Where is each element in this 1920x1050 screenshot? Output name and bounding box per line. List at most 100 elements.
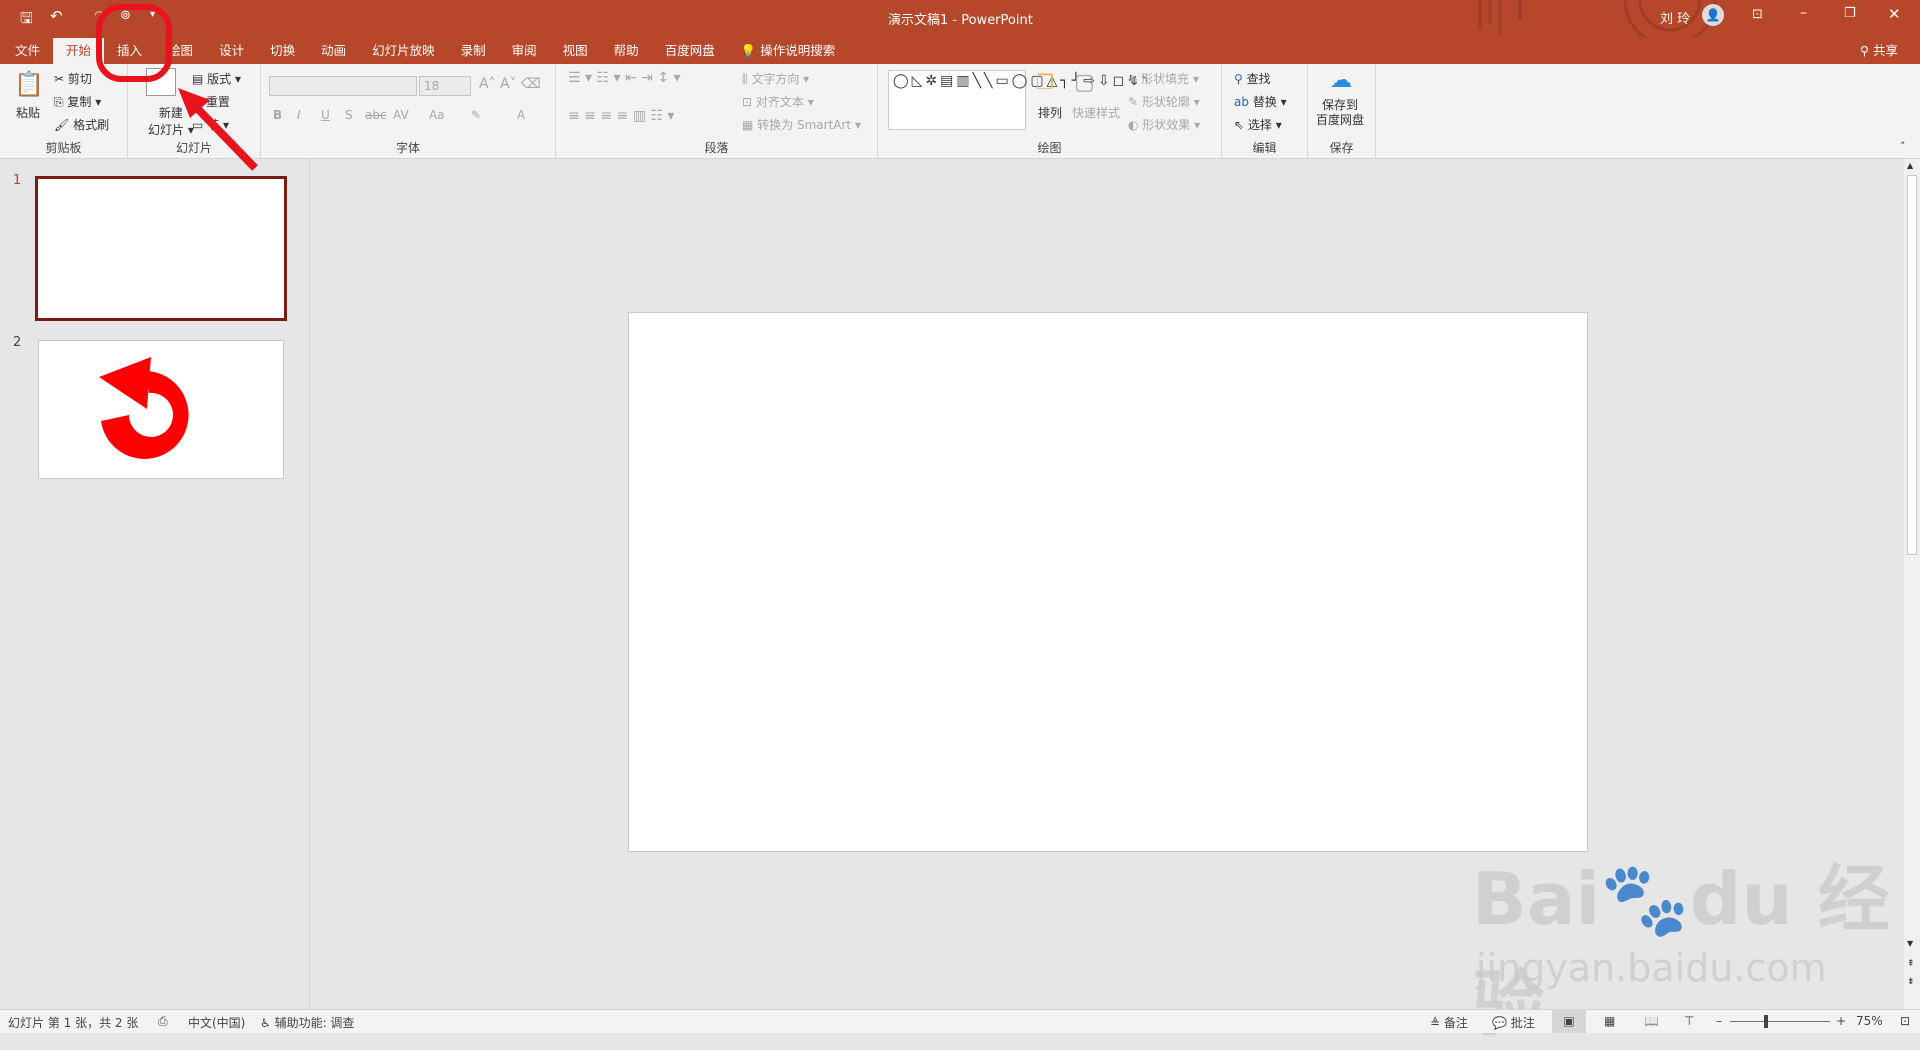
copy-button[interactable]: ⎘ 复制 ▾: [54, 93, 101, 110]
ribbon-tabs: 文件 开始 插入 绘图 设计 切换 动画 幻灯片放映 录制 审阅 视图 帮助 百…: [0, 38, 1920, 64]
language-indicator[interactable]: 中文(中国): [188, 1014, 245, 1031]
bold-button[interactable]: B: [273, 108, 282, 122]
save-to-netdisk-button[interactable]: 保存到 百度网盘: [1316, 98, 1364, 128]
tab-draw[interactable]: 绘图: [155, 38, 206, 64]
zoom-out-button[interactable]: –: [1716, 1014, 1722, 1028]
fit-to-window-button[interactable]: ⊡: [1900, 1014, 1910, 1028]
tab-slideshow[interactable]: 幻灯片放映: [359, 38, 448, 64]
close-button[interactable]: ✕: [1888, 5, 1901, 23]
save-group: ☁ 保存到 百度网盘 保存: [1308, 64, 1376, 159]
search-icon: ⚲: [1234, 72, 1243, 86]
find-button[interactable]: ⚲ 查找: [1234, 70, 1271, 87]
paragraph-group: ☰ ▾ ☷ ▾ ⇤ ⇥ ↕ ▾ ≡ ≡ ≡ ≡ ▥ ☷ ▾ ⫼ 文字方向 ▾ ⊡…: [556, 64, 878, 159]
underline-button[interactable]: U: [321, 108, 330, 122]
slide-thumbnail-2[interactable]: [38, 340, 284, 479]
change-case-button[interactable]: Aa: [429, 108, 445, 122]
strikethrough-button[interactable]: abc: [365, 108, 387, 122]
customize-toolbar-icon[interactable]: ▾: [150, 9, 155, 20]
slide-number: 1: [13, 173, 22, 188]
normal-view-button[interactable]: ▣: [1552, 1010, 1586, 1033]
editing-group: ⚲ 查找 ab 替换 ▾ ⇖ 选择 ▾ 编辑: [1222, 64, 1308, 159]
shape-effects-button[interactable]: ◐ 形状效果 ▾: [1128, 116, 1200, 133]
status-bar: 幻灯片 第 1 张，共 2 张 ⎙ 中文(中国) ♿ 辅助功能: 调查 ≜ 备注…: [0, 1009, 1920, 1033]
highlight-icon[interactable]: ✎: [471, 108, 481, 122]
replace-button[interactable]: ab 替换 ▾: [1234, 93, 1287, 110]
slide-number: 2: [13, 335, 22, 350]
slide-canvas[interactable]: [628, 312, 1588, 852]
italic-button[interactable]: I: [297, 108, 301, 122]
tab-design[interactable]: 设计: [206, 38, 257, 64]
scroll-up-icon[interactable]: ▲: [1907, 161, 1913, 170]
layout-button[interactable]: ▤ 版式 ▾: [192, 70, 241, 87]
paste-icon: 📋: [14, 70, 44, 98]
char-spacing-button[interactable]: AV: [393, 108, 409, 122]
new-slide-button[interactable]: 新建 幻灯片 ▾: [148, 104, 194, 138]
save-icon[interactable]: 🖫: [20, 8, 33, 33]
slide-thumbnail-1[interactable]: [35, 176, 287, 321]
reading-view-button[interactable]: 📖: [1644, 1014, 1659, 1028]
zoom-level[interactable]: 75%: [1856, 1014, 1883, 1028]
tab-baidu-netdisk[interactable]: 百度网盘: [652, 38, 728, 64]
redo-icon[interactable]: ↷: [94, 7, 107, 25]
select-button[interactable]: ⇖ 选择 ▾: [1234, 116, 1282, 133]
tab-insert[interactable]: 插入: [104, 38, 155, 64]
tab-animations[interactable]: 动画: [308, 38, 359, 64]
shape-outline-button[interactable]: ✎ 形状轮廓 ▾: [1128, 93, 1200, 110]
tab-transitions[interactable]: 切换: [257, 38, 308, 64]
tab-view[interactable]: 视图: [550, 38, 601, 64]
tab-file[interactable]: 文件: [2, 38, 53, 64]
smartart-button[interactable]: ▦ 转换为 SmartArt ▾: [742, 116, 861, 133]
shapes-gallery[interactable]: ◯◺✲▤▥╲╲▭◯▢△┐┘⇨⇩◻↯◝: [888, 70, 1147, 130]
slide-sorter-button[interactable]: ▦: [1604, 1014, 1615, 1028]
restore-button[interactable]: ❐: [1844, 6, 1856, 21]
slides-group: 新建 幻灯片 ▾ ▤ 版式 ▾ ⟲ 重置 ▭ 节 ▾ 幻灯片: [128, 64, 261, 159]
font-name-select[interactable]: [269, 76, 417, 96]
arrange-button[interactable]: 排列: [1038, 104, 1062, 121]
scrollbar-thumb[interactable]: [1907, 175, 1917, 555]
ribbon: 📋 粘贴 ✂ 剪切 ⎘ 复制 ▾ 🖌 格式刷 剪贴板 新建 幻灯片 ▾ ▤ 版式 …: [0, 64, 1920, 159]
undo-icon[interactable]: ↶: [50, 7, 63, 25]
reset-button[interactable]: ⟲ 重置: [192, 93, 230, 110]
increase-font-icon[interactable]: A˄ A˅ ⌫: [479, 76, 541, 92]
quick-styles-button[interactable]: 快速样式: [1072, 104, 1120, 121]
start-slideshow-icon[interactable]: ⊚: [120, 8, 131, 23]
accessibility-button[interactable]: ♿ 辅助功能: 调查: [260, 1014, 354, 1031]
zoom-slider-thumb[interactable]: [1764, 1015, 1769, 1028]
clipboard-label: 剪贴板: [45, 141, 82, 155]
section-button[interactable]: ▭ 节 ▾: [192, 116, 229, 133]
user-name[interactable]: 刘 玲: [1660, 8, 1690, 27]
avatar[interactable]: 👤: [1702, 4, 1724, 26]
zoom-in-button[interactable]: +: [1836, 1014, 1846, 1028]
tab-record[interactable]: 录制: [448, 38, 499, 64]
comments-button[interactable]: 💬 批注: [1492, 1014, 1535, 1031]
tab-review[interactable]: 审阅: [499, 38, 550, 64]
window-title: 演示文稿1 - PowerPoint: [888, 13, 1033, 28]
share-button[interactable]: ⚲ 共享: [1860, 38, 1898, 64]
cut-button[interactable]: ✂ 剪切: [54, 70, 92, 87]
align-icons[interactable]: ≡ ≡ ≡ ≡ ▥ ☷ ▾: [568, 108, 674, 124]
text-direction-button[interactable]: ⫼ 文字方向 ▾: [742, 70, 809, 87]
tell-me-search[interactable]: 💡 操作说明搜索: [728, 38, 849, 64]
minimize-button[interactable]: –: [1800, 5, 1807, 21]
shadow-button[interactable]: S: [345, 108, 353, 122]
font-color-button[interactable]: A: [517, 108, 525, 122]
paste-button[interactable]: 粘贴: [16, 104, 40, 121]
font-group: 18 A˄ A˅ ⌫ B I U S abc AV Aa ✎ A 字体: [261, 64, 556, 159]
format-painter-button[interactable]: 🖌 格式刷: [54, 116, 109, 133]
zoom-slider[interactable]: [1730, 1021, 1830, 1022]
slideshow-button[interactable]: ⊤: [1684, 1014, 1694, 1028]
shape-fill-button[interactable]: ◈ 形状填充 ▾: [1128, 70, 1199, 87]
replace-icon: ab: [1234, 95, 1249, 109]
quick-styles-icon: ▢: [1074, 70, 1095, 95]
tab-help[interactable]: 帮助: [601, 38, 652, 64]
tab-home[interactable]: 开始: [53, 38, 105, 64]
align-text-button[interactable]: ⊡ 对齐文本 ▾: [742, 93, 814, 110]
font-label: 字体: [395, 141, 420, 155]
ribbon-display-options-icon[interactable]: ⊡: [1752, 7, 1763, 22]
collapse-ribbon-icon[interactable]: ˄: [1900, 140, 1906, 153]
notes-button[interactable]: ≜ 备注: [1430, 1014, 1468, 1031]
new-slide-icon: [146, 68, 176, 96]
spellcheck-icon[interactable]: ⎙: [158, 1014, 168, 1029]
bullets-icon[interactable]: ☰ ▾ ☷ ▾ ⇤ ⇥ ↕ ▾: [568, 70, 681, 86]
font-size-select[interactable]: 18: [419, 76, 471, 96]
